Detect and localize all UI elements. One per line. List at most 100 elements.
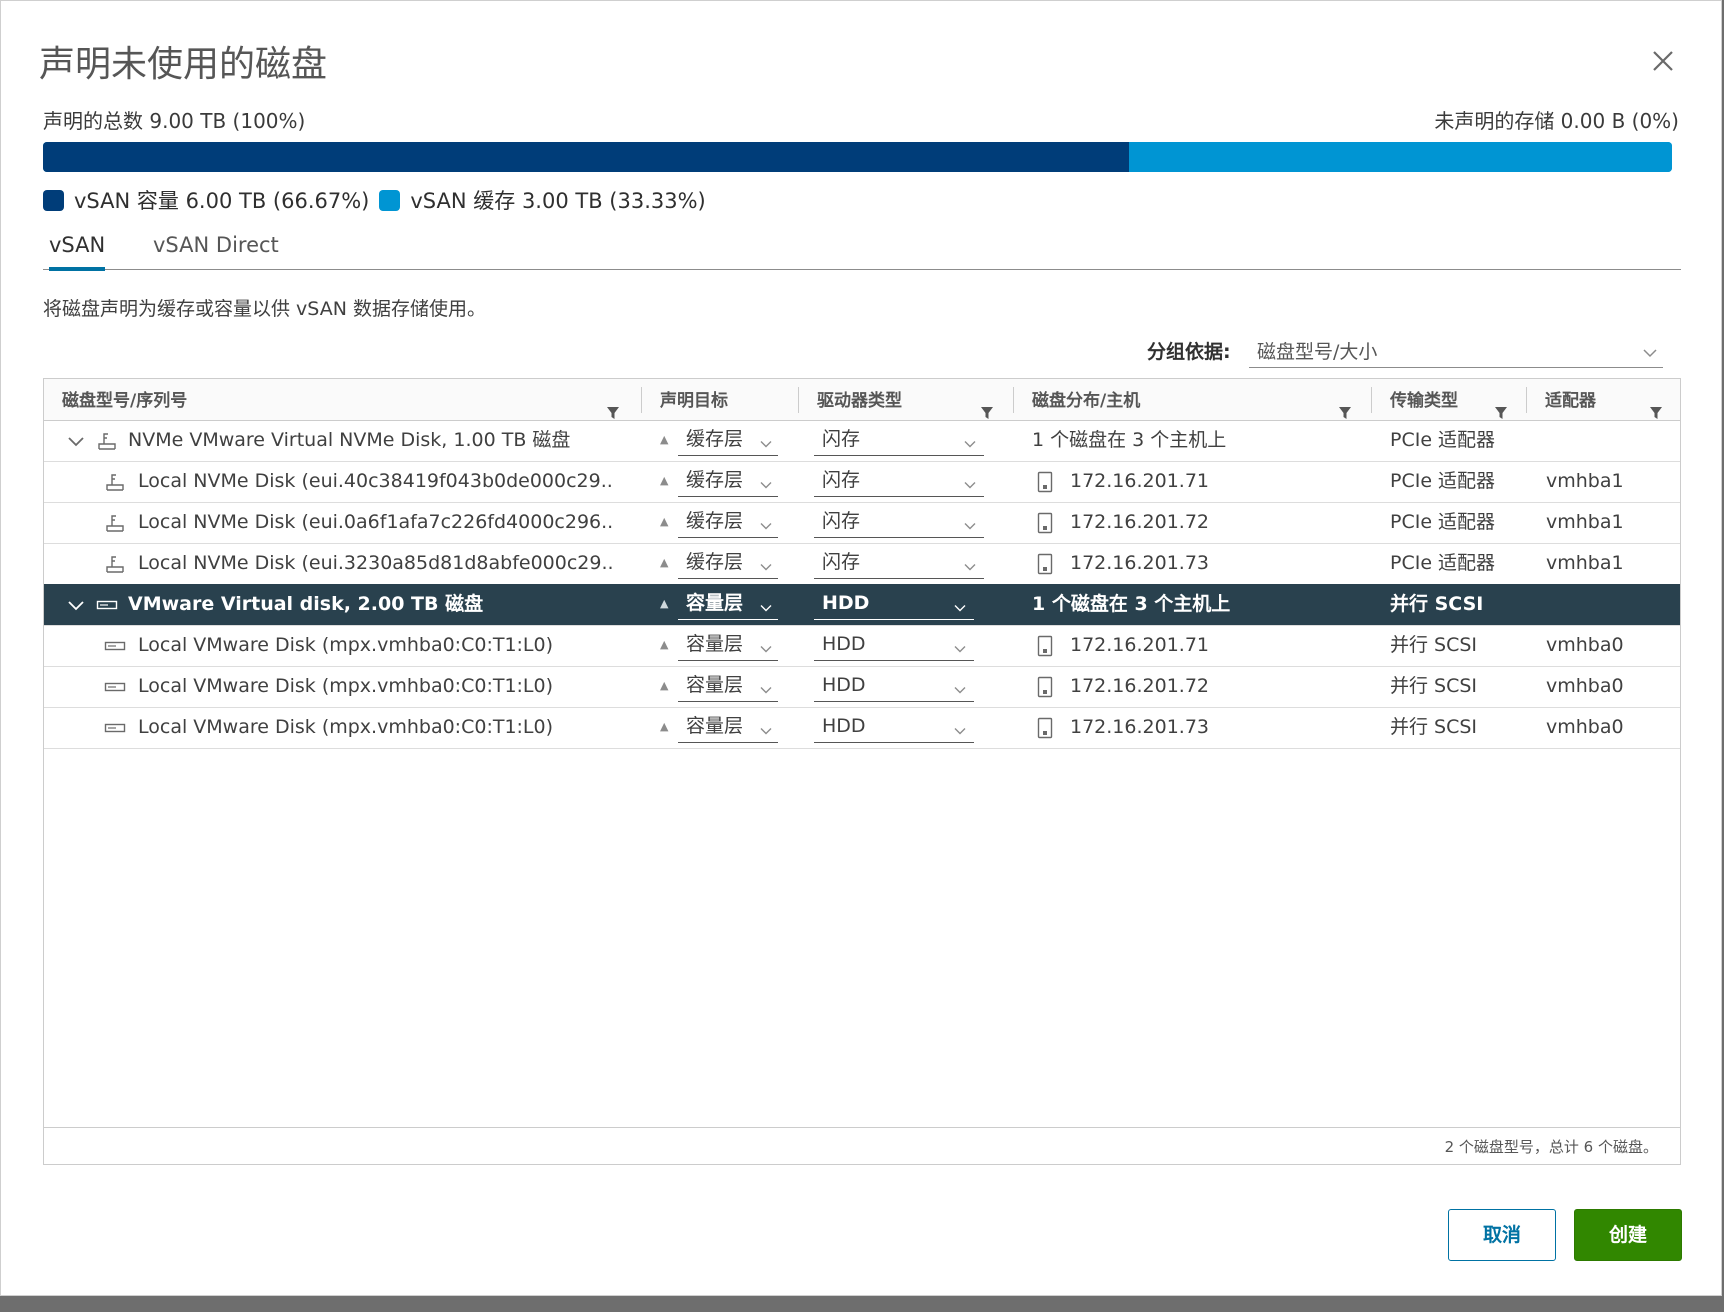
claim-target-value: 容量层: [686, 591, 744, 614]
disk-distribution: 172.16.201.73: [1070, 552, 1210, 574]
transport-type: 并行 SCSI: [1390, 675, 1478, 697]
legend-swatch-cache: [379, 189, 401, 211]
disk-distribution: 172.16.201.73: [1070, 716, 1210, 738]
drive-type-select[interactable]: HDD: [814, 671, 974, 702]
filter-icon[interactable]: [1494, 393, 1508, 419]
disk-distribution: 172.16.201.71: [1070, 470, 1210, 492]
chevron-down-icon: [1643, 341, 1657, 363]
filter-icon[interactable]: [980, 393, 994, 419]
adapter-name: [1546, 420, 1676, 465]
claimed-total-text: 声明的总数 9.00 TB (100%): [43, 109, 306, 133]
disk-distribution: 1 个磁盘在 3 个主机上: [1032, 593, 1231, 615]
disk-row[interactable]: Local NVMe Disk (eui.40c38419f043b0de000…: [44, 461, 1680, 503]
adapter-name: vmhba1: [1546, 470, 1624, 492]
grid-footer-text: 2 个磁盘型号，总计 6 个磁盘。: [1444, 1138, 1658, 1156]
claim-target-select[interactable]: 容量层: [678, 671, 778, 702]
lock-icon: ▲: [660, 596, 669, 610]
flash-disk-icon: [96, 430, 118, 452]
legend-item-cache: vSAN 缓存 3.00 TB (33.33%): [379, 185, 706, 215]
disk-row[interactable]: Local VMware Disk (mpx.vmhba0:C0:T1:L0) ▲…: [44, 666, 1680, 708]
column-label-drive-type: 驱动器类型: [817, 391, 902, 411]
claim-target-value: 容量层: [686, 673, 744, 696]
disk-distribution: 172.16.201.72: [1070, 675, 1210, 697]
chevron-down-icon: [964, 472, 976, 494]
hdd-disk-icon: [104, 635, 126, 657]
chevron-down-icon: [760, 513, 772, 535]
adapter-name: [1546, 584, 1676, 629]
lock-icon: ▲: [660, 473, 669, 487]
claim-target-select[interactable]: 容量层: [678, 712, 778, 743]
chevron-down-icon: [760, 595, 772, 617]
drive-type-value: 闪存: [822, 550, 861, 573]
column-header-drive-type[interactable]: 驱动器类型: [799, 379, 1014, 420]
chevron-down-icon: [760, 472, 772, 494]
host-icon: [1036, 470, 1054, 494]
claim-target-select[interactable]: 容量层: [678, 630, 778, 661]
drive-type-select[interactable]: 闪存: [814, 507, 984, 538]
dialog-title: 声明未使用的磁盘: [39, 44, 328, 85]
cancel-button[interactable]: 取消: [1448, 1209, 1556, 1261]
tab-vsan-direct[interactable]: vSAN Direct: [153, 233, 279, 267]
expand-chevron-icon[interactable]: [66, 596, 86, 616]
column-header-claim-target[interactable]: 声明目标: [642, 379, 799, 420]
group-by-select[interactable]: 磁盘型号/大小: [1249, 331, 1663, 368]
chevron-down-icon: [760, 677, 772, 699]
legend-swatch-capacity: [43, 189, 64, 211]
disk-name: Local VMware Disk (mpx.vmhba0:C0:T1:L0): [138, 716, 554, 738]
capacity-bar-cache-segment: [1129, 142, 1672, 172]
disk-group-row[interactable]: NVMe VMware Virtual NVMe Disk, 1.00 TB 磁…: [44, 420, 1680, 462]
grid-header: 磁盘型号/序列号 声明目标 驱动器类型 磁盘分布/主机 传输类型 适配器: [44, 379, 1680, 421]
drive-type-select[interactable]: 闪存: [814, 425, 984, 456]
capacity-bar-capacity-segment: [43, 142, 1130, 172]
claim-target-select[interactable]: 缓存层: [678, 425, 778, 456]
transport-type: 并行 SCSI: [1390, 634, 1478, 656]
group-by-value: 磁盘型号/大小: [1257, 341, 1378, 363]
disk-group-row[interactable]: VMware Virtual disk, 2.00 TB 磁盘 ▲ 容量层 HDD 1 …: [44, 584, 1680, 626]
filter-icon[interactable]: [606, 393, 620, 419]
disk-row[interactable]: Local VMware Disk (mpx.vmhba0:C0:T1:L0) ▲…: [44, 707, 1680, 749]
claim-target-select[interactable]: 缓存层: [678, 507, 778, 538]
drive-type-select[interactable]: HDD: [814, 630, 974, 661]
drive-type-select[interactable]: 闪存: [814, 548, 984, 579]
claim-target-select[interactable]: 缓存层: [678, 548, 778, 579]
column-label-claim-target: 声明目标: [660, 391, 728, 411]
claim-target-value: 缓存层: [686, 468, 744, 491]
disk-row[interactable]: Local VMware Disk (mpx.vmhba0:C0:T1:L0) ▲…: [44, 625, 1680, 667]
drive-type-value: HDD: [822, 673, 866, 696]
claim-target-value: 缓存层: [686, 550, 744, 573]
drive-type-select[interactable]: HDD: [814, 589, 974, 620]
host-icon: [1036, 552, 1054, 576]
filter-icon[interactable]: [1649, 393, 1663, 419]
group-by-label: 分组依据:: [1147, 341, 1231, 363]
drive-type-select[interactable]: 闪存: [814, 466, 984, 497]
expand-chevron-icon[interactable]: [66, 432, 86, 452]
chevron-down-icon: [964, 554, 976, 576]
disk-row[interactable]: Local NVMe Disk (eui.0a6f1afa7c226fd4000…: [44, 502, 1680, 544]
create-button[interactable]: 创建: [1574, 1209, 1682, 1261]
claim-target-value: 容量层: [686, 714, 744, 737]
disk-name: Local VMware Disk (mpx.vmhba0:C0:T1:L0): [138, 675, 554, 697]
drive-type-value: 闪存: [822, 509, 861, 532]
chevron-down-icon: [760, 431, 772, 453]
claim-target-select[interactable]: 容量层: [678, 589, 778, 620]
chevron-down-icon: [760, 718, 772, 740]
disk-row[interactable]: Local NVMe Disk (eui.3230a85d81d8abfe000…: [44, 543, 1680, 585]
drive-type-select[interactable]: HDD: [814, 712, 974, 743]
column-header-disk-model[interactable]: 磁盘型号/序列号: [44, 379, 642, 420]
capacity-bar: [43, 142, 1672, 172]
column-header-adapter[interactable]: 适配器: [1527, 379, 1680, 420]
tab-vsan[interactable]: vSAN: [49, 233, 106, 271]
disk-distribution: 172.16.201.72: [1070, 511, 1210, 533]
filter-icon[interactable]: [1338, 393, 1352, 419]
close-icon[interactable]: [1645, 43, 1681, 79]
drive-type-value: 闪存: [822, 427, 861, 450]
drive-type-value: HDD: [822, 632, 866, 655]
claim-target-select[interactable]: 缓存层: [678, 466, 778, 497]
column-header-transport-type[interactable]: 传输类型: [1372, 379, 1527, 420]
column-header-distribution[interactable]: 磁盘分布/主机: [1014, 379, 1372, 420]
transport-type: PCIe 适配器: [1390, 552, 1496, 574]
transport-type: PCIe 适配器: [1390, 429, 1496, 451]
adapter-name: vmhba0: [1546, 716, 1624, 738]
column-label-distribution: 磁盘分布/主机: [1032, 391, 1141, 411]
chevron-down-icon: [760, 554, 772, 576]
